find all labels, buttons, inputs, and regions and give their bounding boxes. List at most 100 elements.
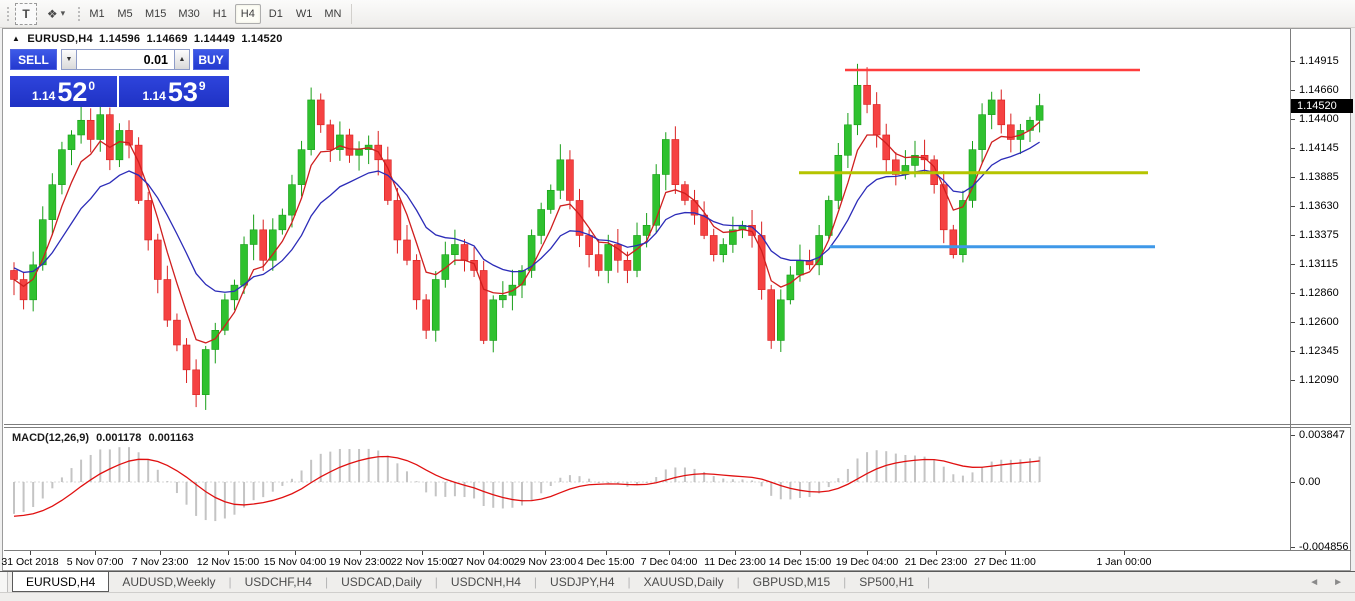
sell-price-display[interactable]: 1.14 52 0 — [10, 74, 117, 107]
chart-tab-sp500-h1[interactable]: SP500,H1 — [846, 572, 927, 592]
time-tick-mark — [936, 551, 937, 555]
chart-tab-xauusd-daily[interactable]: XAUUSD,Daily — [631, 572, 737, 592]
price-tick-label: 1.12860 — [1299, 287, 1339, 299]
text-tool-icon[interactable]: T — [15, 3, 37, 25]
current-price-tag: 1.14520 — [1291, 99, 1353, 113]
time-tick-label: 29 Nov 23:00 — [514, 556, 576, 568]
toolbar-grip[interactable] — [5, 5, 10, 23]
sell-button[interactable]: SELL — [10, 49, 57, 70]
quote-low: 1.14449 — [194, 33, 235, 45]
chart-tab-gbpusd-m15[interactable]: GBPUSD,M15 — [740, 572, 843, 592]
timeframe-button-m15[interactable]: M15 — [140, 4, 171, 24]
time-tick-mark — [606, 551, 607, 555]
time-tick-mark — [360, 551, 361, 555]
buy-point: 9 — [199, 79, 206, 93]
price-tick-mark — [1291, 264, 1295, 265]
time-tick-label: 27 Nov 04:00 — [452, 556, 514, 568]
time-tick-label: 15 Nov 04:00 — [264, 556, 326, 568]
timeframe-button-w1[interactable]: W1 — [291, 4, 318, 24]
price-tick-mark — [1291, 351, 1295, 352]
toolbar-grip[interactable] — [76, 5, 81, 23]
macd-panel[interactable] — [4, 428, 1290, 550]
chart-tab-eurusd-h4[interactable]: EURUSD,H4 — [12, 572, 109, 592]
timeframe-button-mn[interactable]: MN — [319, 4, 346, 24]
time-tick-mark — [483, 551, 484, 555]
chart-tab-usdcad-daily[interactable]: USDCAD,Daily — [328, 572, 435, 592]
timeframe-toolbar: M1M5M15M30H1H4D1W1MN — [84, 4, 346, 24]
price-tick-label: 1.13630 — [1299, 200, 1339, 212]
timeframe-button-m5[interactable]: M5 — [112, 4, 138, 24]
chart-tab-bar: EURUSD,H4AUDUSD,Weekly|USDCHF,H4|USDCAD,… — [0, 571, 1355, 592]
time-tick-mark — [95, 551, 96, 555]
volume-field[interactable]: 0.01 — [77, 49, 174, 70]
scroll-left-icon[interactable]: ◄ — [1309, 577, 1319, 588]
price-tick-mark — [1291, 235, 1295, 236]
time-tick-mark — [545, 551, 546, 555]
time-tick-label: 7 Dec 04:00 — [641, 556, 698, 568]
direction-up-icon: ▲ — [12, 34, 20, 43]
timeframe-button-m30[interactable]: M30 — [173, 4, 204, 24]
macd-tick-label: 0.00 — [1299, 476, 1320, 488]
tabs-container: EURUSD,H4AUDUSD,Weekly|USDCHF,H4|USDCAD,… — [12, 572, 930, 592]
time-tick-label: 21 Dec 23:00 — [905, 556, 967, 568]
time-tick-label: 1 Jan 00:00 — [1097, 556, 1152, 568]
macd-tick-mark — [1291, 435, 1295, 436]
chevron-down-icon: ▾ — [61, 8, 66, 19]
sell-point: 0 — [88, 79, 95, 93]
symbol-period-label: EURUSD,H4 — [27, 33, 92, 45]
chart-tab-audusd-weekly[interactable]: AUDUSD,Weekly — [109, 572, 228, 592]
time-tick-label: 19 Dec 04:00 — [836, 556, 898, 568]
buy-big-figure: 1.14 — [142, 88, 165, 105]
time-tick-label: 12 Nov 15:00 — [197, 556, 259, 568]
price-tick-label: 1.14145 — [1299, 142, 1339, 154]
time-tick-label: 4 Dec 15:00 — [578, 556, 635, 568]
time-tick-mark — [228, 551, 229, 555]
time-tick-mark — [669, 551, 670, 555]
timeframe-button-h4[interactable]: H4 — [235, 4, 261, 24]
price-tick-mark — [1291, 177, 1295, 178]
price-tick-label: 1.12345 — [1299, 345, 1339, 357]
time-tick-mark — [295, 551, 296, 555]
price-tick-label: 1.14915 — [1299, 55, 1339, 67]
tab-bar-grip[interactable] — [0, 572, 8, 592]
quote-high: 1.14669 — [146, 33, 187, 45]
time-tick-label: 31 Oct 2018 — [1, 556, 58, 568]
arrange-windows-icon[interactable]: ❖ ▾ — [41, 4, 71, 24]
price-tick-mark — [1291, 380, 1295, 381]
time-tick-label: 5 Nov 07:00 — [67, 556, 124, 568]
macd-tick-mark — [1291, 482, 1295, 483]
time-tick-label: 22 Nov 15:00 — [391, 556, 453, 568]
timeframe-button-h1[interactable]: H1 — [207, 4, 233, 24]
price-tick-label: 1.13375 — [1299, 229, 1339, 241]
chart-tab-usdcnh-h4[interactable]: USDCNH,H4 — [438, 572, 534, 592]
time-tick-label: 7 Nov 23:00 — [132, 556, 189, 568]
price-tick-label: 1.13115 — [1299, 258, 1338, 270]
time-tick-mark — [1124, 551, 1125, 555]
price-tick-mark — [1291, 293, 1295, 294]
volume-increase-button[interactable]: ▲ — [174, 49, 190, 70]
timeframe-button-d1[interactable]: D1 — [263, 4, 289, 24]
time-tick-label: 14 Dec 15:00 — [769, 556, 831, 568]
buy-pips: 53 — [168, 80, 198, 105]
time-tick-mark — [735, 551, 736, 555]
chart-header: ▲ EURUSD,H4 1.14596 1.14669 1.14449 1.14… — [12, 33, 286, 45]
time-tick-label: 11 Dec 23:00 — [704, 556, 766, 568]
volume-decrease-button[interactable]: ▼ — [61, 49, 77, 70]
price-tick-label: 1.14400 — [1299, 113, 1339, 125]
macd-tick-label: -0.004856 — [1299, 541, 1349, 553]
scroll-right-icon[interactable]: ► — [1333, 577, 1343, 588]
buy-price-display[interactable]: 1.14 53 9 — [119, 74, 229, 107]
chart-tab-usdchf-h4[interactable]: USDCHF,H4 — [232, 572, 325, 592]
buy-button[interactable]: BUY — [193, 49, 229, 70]
chart-tab-usdjpy-h4[interactable]: USDJPY,H4 — [537, 572, 627, 592]
toolbar-separator — [351, 4, 352, 24]
time-tick-mark — [800, 551, 801, 555]
mt4-terminal: { "toolbar": { "text_tool_label": "T", "… — [0, 0, 1355, 600]
time-tick-mark — [867, 551, 868, 555]
sell-pips: 52 — [57, 80, 87, 105]
macd-bottom-border — [4, 550, 1351, 551]
timeframe-button-m1[interactable]: M1 — [84, 4, 110, 24]
time-tick-label: 19 Nov 23:00 — [329, 556, 391, 568]
macd-tick-label: 0.003847 — [1299, 429, 1345, 441]
time-tick-mark — [422, 551, 423, 555]
